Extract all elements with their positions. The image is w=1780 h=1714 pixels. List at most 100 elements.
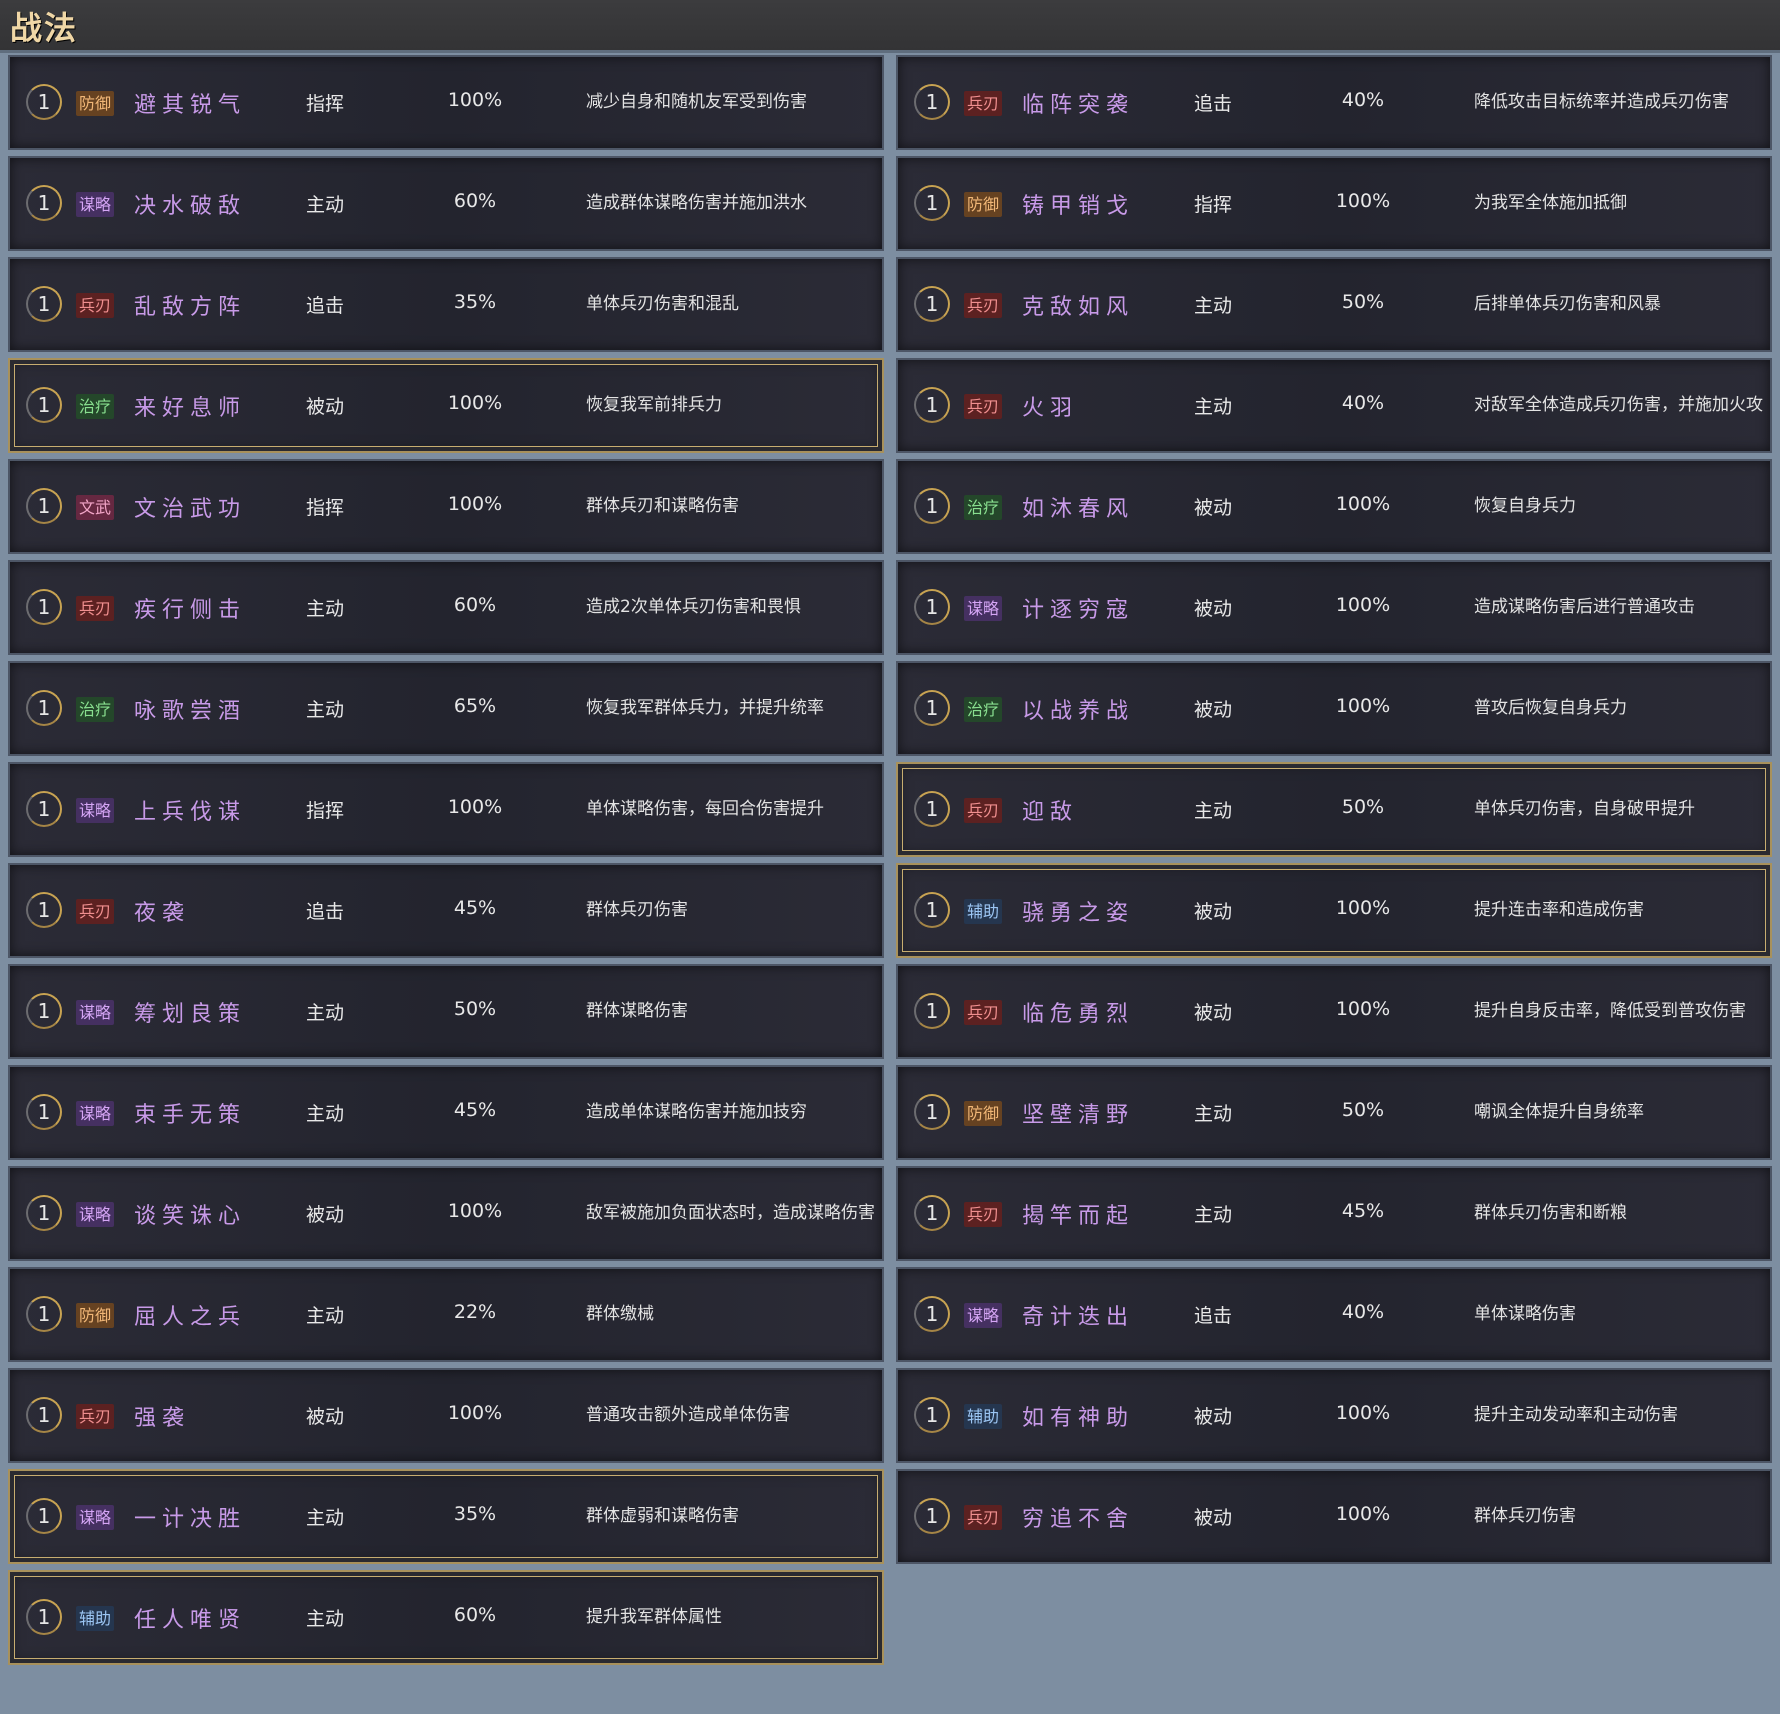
type-tag: 兵刃 xyxy=(964,394,1003,419)
trigger-rate: 100% xyxy=(447,1200,503,1222)
tactic-row[interactable]: 1 兵刃 临危勇烈 被动 100% 提升自身反击率，降低受到普攻伤害 xyxy=(896,964,1772,1059)
tactic-row[interactable]: 1 兵刃 火羽 主动 40% 对敌军全体造成兵刃伤害，并施加火攻 xyxy=(896,358,1772,453)
tactic-description: 恢复我军群体兵力，并提升统率 xyxy=(586,698,824,718)
tactic-description: 提升主动发动率和主动伤害 xyxy=(1474,1405,1678,1425)
tactic-row[interactable]: 1 防御 坚壁清野 主动 50% 嘲讽全体提升自身统率 xyxy=(896,1065,1772,1160)
level-badge: 1 xyxy=(914,589,950,625)
type-tag: 辅助 xyxy=(964,1404,1003,1429)
tactic-row[interactable]: 1 兵刃 夜袭 追击 45% 群体兵刃伤害 xyxy=(8,863,884,958)
tactic-row[interactable]: 1 防御 屈人之兵 主动 22% 群体缴械 xyxy=(8,1267,884,1362)
tactic-type: 被动 xyxy=(1194,598,1233,620)
trigger-rate: 45% xyxy=(1341,1200,1385,1222)
tactic-name: 穷追不舍 xyxy=(1022,1507,1135,1532)
level-badge: 1 xyxy=(914,84,950,120)
trigger-rate: 60% xyxy=(453,594,497,616)
tactic-row[interactable]: 1 谋略 计逐穷寇 被动 100% 造成谋略伤害后进行普通攻击 xyxy=(896,560,1772,655)
tactic-row[interactable]: 1 兵刃 克敌如风 主动 50% 后排单体兵刃伤害和风暴 xyxy=(896,257,1772,352)
level-badge: 1 xyxy=(26,387,62,423)
tactic-type: 被动 xyxy=(1194,699,1233,721)
tactic-row[interactable]: 1 兵刃 穷追不舍 被动 100% 群体兵刃伤害 xyxy=(896,1469,1772,1564)
trigger-rate: 100% xyxy=(447,796,503,818)
level-badge: 1 xyxy=(26,1599,62,1635)
level-badge: 1 xyxy=(26,1498,62,1534)
trigger-rate: 100% xyxy=(1335,594,1391,616)
tactic-description: 群体兵刃伤害 xyxy=(1474,1506,1576,1526)
tactic-row[interactable]: 1 兵刃 疾行侧击 主动 60% 造成2次单体兵刃伤害和畏惧 xyxy=(8,560,884,655)
tactic-row[interactable]: 1 治疗 咏歌尝酒 主动 65% 恢复我军群体兵力，并提升统率 xyxy=(8,661,884,756)
tactic-type: 主动 xyxy=(1194,800,1233,822)
trigger-rate: 100% xyxy=(1335,998,1391,1020)
tactic-type: 主动 xyxy=(306,194,345,216)
tactic-type: 主动 xyxy=(306,598,345,620)
tactic-row[interactable]: 1 谋略 决水破敌 主动 60% 造成群体谋略伤害并施加洪水 xyxy=(8,156,884,251)
type-tag: 治疗 xyxy=(964,495,1003,520)
tactic-name: 屈人之兵 xyxy=(134,1305,247,1330)
tactic-row[interactable]: 1 谋略 奇计迭出 追击 40% 单体谋略伤害 xyxy=(896,1267,1772,1362)
level-badge: 1 xyxy=(26,185,62,221)
tactic-row[interactable]: 1 谋略 上兵伐谋 指挥 100% 单体谋略伤害，每回合伤害提升 xyxy=(8,762,884,857)
tactic-row[interactable]: 1 防御 避其锐气 指挥 100% 减少自身和随机友军受到伤害 xyxy=(8,55,884,150)
tactic-row[interactable]: 1 辅助 任人唯贤 主动 60% 提升我军群体属性 xyxy=(8,1570,884,1665)
tactic-name: 咏歌尝酒 xyxy=(134,699,247,724)
tactic-row[interactable]: 1 谋略 筹划良策 主动 50% 群体谋略伤害 xyxy=(8,964,884,1059)
trigger-rate: 100% xyxy=(1335,1503,1391,1525)
tactic-type: 被动 xyxy=(1194,1002,1233,1024)
tactic-type: 被动 xyxy=(306,1204,345,1226)
tactic-row[interactable]: 1 辅助 骁勇之姿 被动 100% 提升连击率和造成伤害 xyxy=(896,863,1772,958)
tactic-name: 来好息师 xyxy=(134,396,247,421)
level-badge: 1 xyxy=(914,791,950,827)
tactic-name: 夜袭 xyxy=(134,901,191,926)
tactic-type: 被动 xyxy=(306,1406,345,1428)
tactic-description: 单体兵刃伤害和混乱 xyxy=(586,294,739,314)
tactic-name: 如有神助 xyxy=(1022,1406,1135,1431)
tactic-row[interactable]: 1 防御 铸甲销戈 指挥 100% 为我军全体施加抵御 xyxy=(896,156,1772,251)
level-badge: 1 xyxy=(26,589,62,625)
tactic-row[interactable]: 1 谋略 谈笑诛心 被动 100% 敌军被施加负面状态时，造成谋略伤害 xyxy=(8,1166,884,1261)
trigger-rate: 100% xyxy=(1335,190,1391,212)
type-tag: 防御 xyxy=(964,192,1003,217)
tactic-name: 一计决胜 xyxy=(134,1507,247,1532)
tactic-row[interactable]: 1 兵刃 乱敌方阵 追击 35% 单体兵刃伤害和混乱 xyxy=(8,257,884,352)
tactic-row[interactable]: 1 谋略 一计决胜 主动 35% 群体虚弱和谋略伤害 xyxy=(8,1469,884,1564)
tactic-description: 提升我军群体属性 xyxy=(586,1607,722,1627)
tactic-type: 主动 xyxy=(1194,1204,1233,1226)
tactic-row[interactable]: 1 治疗 如沐春风 被动 100% 恢复自身兵力 xyxy=(896,459,1772,554)
type-tag: 兵刃 xyxy=(76,899,115,924)
type-tag: 兵刃 xyxy=(964,91,1003,116)
tactic-type: 被动 xyxy=(1194,1406,1233,1428)
trigger-rate: 65% xyxy=(453,695,497,717)
tactic-name: 避其锐气 xyxy=(134,93,247,118)
tactic-row[interactable]: 1 治疗 以战养战 被动 100% 普攻后恢复自身兵力 xyxy=(896,661,1772,756)
tactic-row[interactable]: 1 文武 文治武功 指挥 100% 群体兵刃和谋略伤害 xyxy=(8,459,884,554)
tactic-name: 乱敌方阵 xyxy=(134,295,247,320)
type-tag: 谋略 xyxy=(76,1000,115,1025)
tactic-description: 降低攻击目标统率并造成兵刃伤害 xyxy=(1474,92,1729,112)
trigger-rate: 100% xyxy=(1335,897,1391,919)
tactic-description: 造成单体谋略伤害并施加技穷 xyxy=(586,1102,807,1122)
tactic-description: 减少自身和随机友军受到伤害 xyxy=(586,92,807,112)
level-badge: 1 xyxy=(26,892,62,928)
tactic-row[interactable]: 1 治疗 来好息师 被动 100% 恢复我军前排兵力 xyxy=(8,358,884,453)
level-badge: 1 xyxy=(26,1296,62,1332)
tactic-name: 临危勇烈 xyxy=(1022,1002,1135,1027)
tactic-name: 决水破敌 xyxy=(134,194,247,219)
tactic-name: 强袭 xyxy=(134,1406,191,1431)
tactic-description: 普通攻击额外造成单体伤害 xyxy=(586,1405,790,1425)
type-tag: 兵刃 xyxy=(964,1000,1003,1025)
type-tag: 谋略 xyxy=(76,1202,115,1227)
level-badge: 1 xyxy=(26,286,62,322)
tactic-row[interactable]: 1 兵刃 揭竿而起 主动 45% 群体兵刃伤害和断粮 xyxy=(896,1166,1772,1261)
tactic-row[interactable]: 1 兵刃 迎敌 主动 50% 单体兵刃伤害，自身破甲提升 xyxy=(896,762,1772,857)
tactic-type: 追击 xyxy=(1194,93,1233,115)
tactic-row[interactable]: 1 谋略 束手无策 主动 45% 造成单体谋略伤害并施加技穷 xyxy=(8,1065,884,1160)
tactic-type: 主动 xyxy=(306,1608,345,1630)
tactic-name: 迎敌 xyxy=(1022,800,1079,825)
type-tag: 兵刃 xyxy=(964,798,1003,823)
tactic-type: 被动 xyxy=(1194,1507,1233,1529)
tactic-row[interactable]: 1 兵刃 临阵突袭 追击 40% 降低攻击目标统率并造成兵刃伤害 xyxy=(896,55,1772,150)
tactic-row[interactable]: 1 兵刃 强袭 被动 100% 普通攻击额外造成单体伤害 xyxy=(8,1368,884,1463)
trigger-rate: 60% xyxy=(453,190,497,212)
tactic-name: 奇计迭出 xyxy=(1022,1305,1135,1330)
type-tag: 谋略 xyxy=(964,1303,1003,1328)
tactic-row[interactable]: 1 辅助 如有神助 被动 100% 提升主动发动率和主动伤害 xyxy=(896,1368,1772,1463)
